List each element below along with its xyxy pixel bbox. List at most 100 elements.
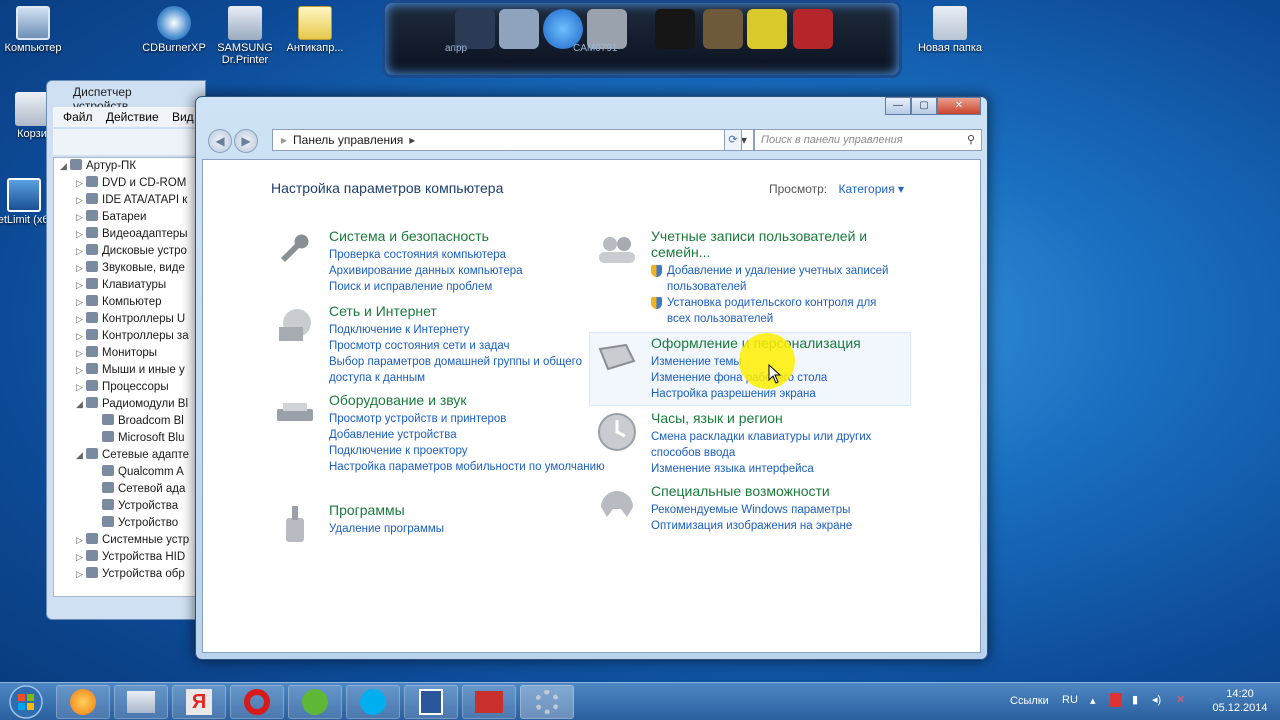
- category-title[interactable]: Система и безопасность: [329, 228, 609, 244]
- tree-item[interactable]: Устройство: [54, 515, 204, 532]
- chevron-right-icon[interactable]: ▸: [409, 133, 415, 147]
- tree-item[interactable]: ▷ Мониторы: [54, 345, 204, 362]
- menu-view[interactable]: Вид: [172, 110, 194, 124]
- tree-item[interactable]: Qualcomm A: [54, 464, 204, 481]
- category-title[interactable]: Программы: [329, 502, 609, 518]
- breadcrumb-home-icon[interactable]: ▸: [281, 133, 287, 147]
- dock-item-icon[interactable]: [703, 9, 743, 49]
- menu-file[interactable]: Файл: [63, 110, 93, 124]
- tree-item[interactable]: ▷ Устройства HID: [54, 549, 204, 566]
- tree-item[interactable]: Broadcom Bl: [54, 413, 204, 430]
- dock-item-icon[interactable]: [499, 9, 539, 49]
- category-link[interactable]: Оптимизация изображения на экране: [651, 518, 901, 534]
- forward-button[interactable]: ▶: [234, 129, 258, 153]
- category-title[interactable]: Часы, язык и регион: [651, 410, 901, 426]
- taskbar-app-firefox[interactable]: [56, 685, 110, 719]
- tree-item[interactable]: ▷ Клавиатуры: [54, 277, 204, 294]
- dock-item-icon[interactable]: [655, 9, 695, 49]
- tree-item[interactable]: ▷ IDE ATA/ATAPI к: [54, 192, 204, 209]
- category-link[interactable]: Архивирование данных компьютера: [329, 263, 609, 279]
- tray-expand-icon[interactable]: ▴: [1090, 694, 1096, 707]
- dock-item-icon[interactable]: [793, 9, 833, 49]
- tree-expander-icon[interactable]: ◢: [60, 158, 70, 175]
- tree-item[interactable]: ◢ Сетевые адапте: [54, 447, 204, 464]
- tray-app-icon[interactable]: [1110, 693, 1122, 707]
- tree-item[interactable]: ▷ Батареи: [54, 209, 204, 226]
- tree-expander-icon[interactable]: ◢: [76, 396, 86, 413]
- start-button[interactable]: [4, 684, 52, 720]
- tree-expander-icon[interactable]: ▷: [76, 175, 86, 192]
- tree-expander-icon[interactable]: ▷: [76, 345, 86, 362]
- tree-expander-icon[interactable]: ▷: [76, 277, 86, 294]
- category-title[interactable]: Учетные записи пользователей и семейн...: [651, 228, 901, 260]
- tree-expander-icon[interactable]: ▷: [76, 311, 86, 328]
- taskbar-app-explorer[interactable]: [114, 685, 168, 719]
- taskbar-app-word[interactable]: [404, 685, 458, 719]
- breadcrumb-item[interactable]: Панель управления: [293, 133, 403, 147]
- device-manager-window[interactable]: Диспетчер устройств Файл Действие Вид ◢ А…: [46, 80, 206, 620]
- category-link[interactable]: Рекомендуемые Windows параметры: [651, 502, 901, 518]
- tray-lang[interactable]: RU: [1062, 694, 1078, 706]
- tray-power-icon[interactable]: ✕: [1176, 693, 1185, 706]
- category-link[interactable]: Поиск и исправление проблем: [329, 279, 609, 295]
- tree-expander-icon[interactable]: ▷: [76, 532, 86, 549]
- device-tree[interactable]: ◢ Артур-ПК ▷ DVD и CD-ROM ▷ IDE ATA/ATAPI к ▷ Б…: [53, 157, 205, 597]
- tree-item[interactable]: ▷ Мыши и иные у: [54, 362, 204, 379]
- tree-expander-icon[interactable]: ▷: [76, 192, 86, 209]
- breadcrumb[interactable]: ▸ Панель управления ▸ ▾: [272, 129, 754, 151]
- minimize-icon[interactable]: —: [885, 97, 911, 115]
- tree-expander-icon[interactable]: ▷: [76, 379, 86, 396]
- tray-clock[interactable]: 14:20 05.12.2014: [1208, 687, 1272, 715]
- desktop-icon-computer[interactable]: Компьютер: [0, 2, 73, 54]
- desktop-icon-samsung[interactable]: SAMSUNG Dr.Printer: [205, 2, 285, 66]
- view-dropdown[interactable]: Категория ▾: [838, 182, 903, 196]
- dock-item-icon[interactable]: [747, 9, 787, 49]
- search-icon[interactable]: ⚲: [967, 130, 975, 150]
- category-link[interactable]: Выбор параметров домашней группы и общег…: [329, 354, 609, 386]
- category-title[interactable]: Сеть и Интернет: [329, 303, 609, 319]
- tree-item[interactable]: ◢ Радиомодули Bl: [54, 396, 204, 413]
- category-link[interactable]: Настройка параметров мобильности по умол…: [329, 459, 609, 475]
- category-link[interactable]: Просмотр состояния сети и задач: [329, 338, 609, 354]
- tree-expander-icon[interactable]: ▷: [76, 226, 86, 243]
- tree-expander-icon[interactable]: ▷: [76, 549, 86, 566]
- tree-item[interactable]: ▷ Системные устр: [54, 532, 204, 549]
- tree-item[interactable]: ▷ Процессоры: [54, 379, 204, 396]
- tree-item[interactable]: ▷ Устройства обр: [54, 566, 204, 583]
- tree-expander-icon[interactable]: ▷: [76, 209, 86, 226]
- tree-item[interactable]: ▷ Дисковые устро: [54, 243, 204, 260]
- desktop-icon-cdburner[interactable]: CDBurnerXP: [134, 2, 214, 54]
- taskbar-app-skype[interactable]: [346, 685, 400, 719]
- category-link[interactable]: Подключение к проектору: [329, 443, 609, 459]
- taskbar-app-opera[interactable]: [230, 685, 284, 719]
- category-link[interactable]: Изменение языка интерфейса: [651, 461, 901, 477]
- tree-item[interactable]: ▷ Контроллеры за: [54, 328, 204, 345]
- tree-expander-icon[interactable]: ▷: [76, 243, 86, 260]
- category-link[interactable]: Смена раскладки клавиатуры или других сп…: [651, 429, 901, 461]
- tree-item[interactable]: ▷ DVD и CD-ROM: [54, 175, 204, 192]
- category-link[interactable]: Просмотр устройств и принтеров: [329, 411, 609, 427]
- category-link[interactable]: Установка родительского контроля для все…: [651, 295, 901, 327]
- tree-item[interactable]: Microsoft Blu: [54, 430, 204, 447]
- tree-item[interactable]: ▷ Контроллеры U: [54, 311, 204, 328]
- search-input[interactable]: Поиск в панели управления ⚲: [754, 129, 982, 151]
- tree-expander-icon[interactable]: ▷: [76, 294, 86, 311]
- taskbar-app-control-panel[interactable]: [520, 685, 574, 719]
- tray-network-icon[interactable]: ▮: [1132, 693, 1138, 706]
- maximize-icon[interactable]: ▢: [911, 97, 937, 115]
- back-button[interactable]: ◀: [208, 129, 232, 153]
- category-link[interactable]: Подключение к Интернету: [329, 322, 609, 338]
- category-link[interactable]: Удаление программы: [329, 521, 609, 537]
- tree-item[interactable]: ▷ Компьютер: [54, 294, 204, 311]
- category-link[interactable]: Добавление устройства: [329, 427, 609, 443]
- taskbar-app-utorrent[interactable]: [288, 685, 342, 719]
- control-panel-window[interactable]: — ▢ ✕ ◀ ▶ ▸ Панель управления ▸ ▾ ⟳ Поиск …: [195, 96, 988, 660]
- tree-item[interactable]: Устройства: [54, 498, 204, 515]
- menu-action[interactable]: Действие: [106, 110, 159, 124]
- category-title[interactable]: Специальные возможности: [651, 483, 901, 499]
- tree-expander-icon[interactable]: ◢: [76, 447, 86, 464]
- tray-volume-icon[interactable]: ◂): [1152, 693, 1161, 706]
- taskbar-app-yandex[interactable]: Я: [172, 685, 226, 719]
- tray-links[interactable]: Ссылки: [1010, 695, 1049, 707]
- desktop-icon-new-folder[interactable]: Новая папка: [910, 2, 990, 54]
